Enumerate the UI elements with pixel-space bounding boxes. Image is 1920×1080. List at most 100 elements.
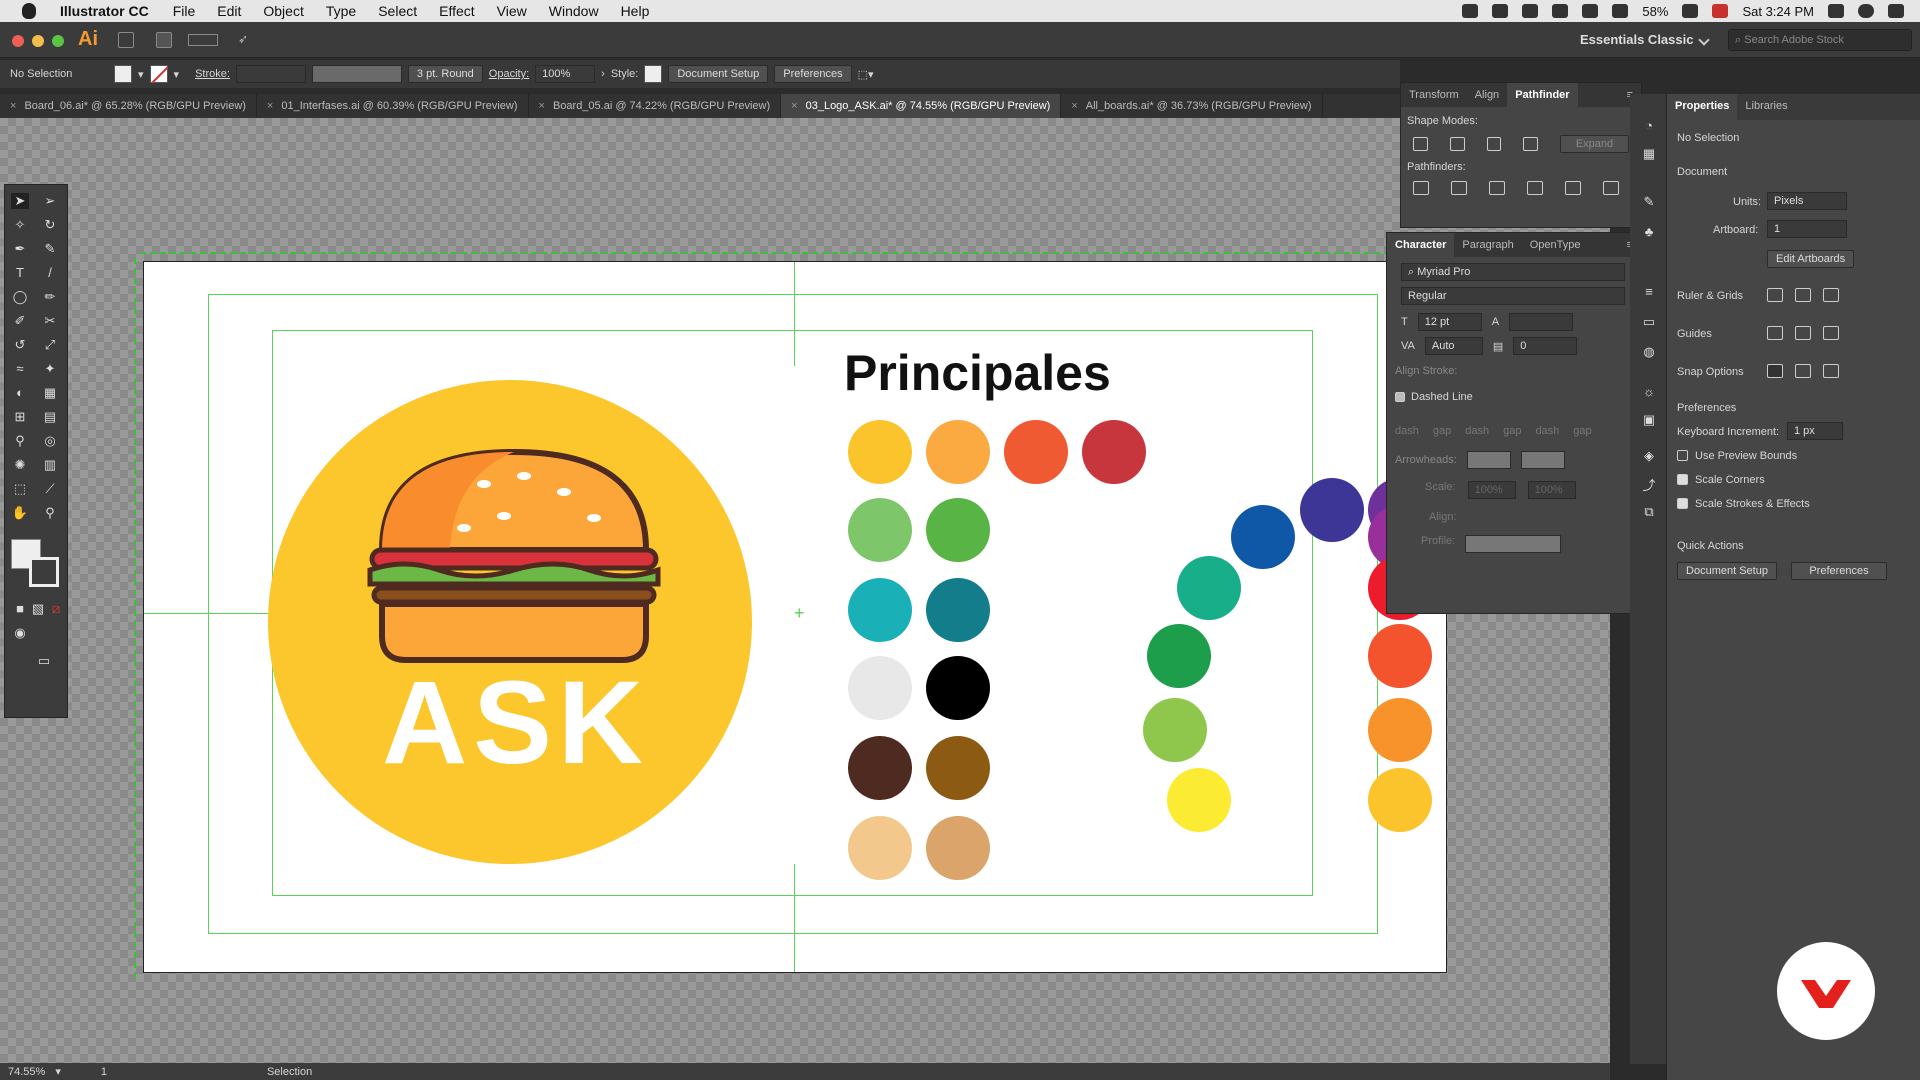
close-tab-icon[interactable]: × (539, 100, 545, 112)
font-size-field[interactable]: 12 pt (1417, 313, 1482, 331)
close-window-button[interactable] (12, 35, 24, 47)
notification-icon[interactable] (1888, 4, 1904, 18)
minimize-window-button[interactable] (32, 35, 44, 47)
chevron-down-icon[interactable] (1698, 34, 1710, 46)
color-swatch[interactable] (848, 656, 912, 720)
chevron-down-icon[interactable]: ▾ (138, 68, 144, 81)
transparency-icon[interactable]: ◍ (1640, 344, 1658, 360)
snap-glyph-icon[interactable] (1823, 364, 1839, 378)
menu-object[interactable]: Object (263, 3, 303, 19)
clock[interactable]: Sat 3:24 PM (1742, 4, 1814, 19)
menu-window[interactable]: Window (549, 3, 599, 19)
hand-tool-icon[interactable]: ✋ (11, 505, 29, 521)
document-setup-button[interactable]: Document Setup (668, 65, 769, 83)
tab-board-06[interactable]: × Board_06.ai* @ 65.28% (RGB/GPU Preview) (0, 94, 257, 118)
color-swatch[interactable] (848, 498, 912, 562)
selection-tool-icon[interactable]: ➤ (11, 193, 29, 209)
grid-icon[interactable] (1795, 288, 1811, 302)
menu-type[interactable]: Type (326, 3, 356, 19)
arrowhead-start-select[interactable] (1466, 451, 1511, 469)
tab-opentype[interactable]: OpenType (1522, 233, 1589, 257)
type-tool-icon[interactable]: T (11, 265, 29, 281)
kerning-field[interactable]: Auto (1424, 337, 1483, 355)
cloud-icon[interactable] (1522, 4, 1539, 18)
stock-search-input[interactable]: ⌕ Search Adobe Stock (1728, 29, 1912, 51)
stroke-color-icon[interactable] (29, 557, 59, 587)
artboard-tool-icon[interactable]: ⬚ (11, 481, 29, 497)
color-swatch[interactable] (848, 736, 912, 800)
snap-point-icon[interactable] (1767, 364, 1783, 378)
color-mode-icon[interactable]: ■ (11, 601, 29, 617)
close-tab-icon[interactable]: × (267, 100, 273, 112)
tab-pathfinder[interactable]: Pathfinder (1507, 83, 1578, 107)
mesh-tool-icon[interactable]: ⊞ (11, 409, 29, 425)
units-select[interactable]: Pixels (1767, 192, 1847, 210)
tab-transform[interactable]: Transform (1401, 83, 1467, 107)
menu-select[interactable]: Select (378, 3, 417, 19)
wheel-swatch[interactable] (1368, 768, 1432, 832)
stroke-swatch[interactable] (149, 65, 169, 84)
quick-preferences-button[interactable]: Preferences (1791, 562, 1887, 580)
volume-icon[interactable] (1612, 4, 1629, 18)
logo-text[interactable]: ASK (382, 664, 649, 782)
quick-document-setup-button[interactable]: Document Setup (1677, 562, 1777, 580)
arrange-icon[interactable]: ⬚▾ (858, 68, 874, 81)
perspective-grid-tool-icon[interactable]: ▦ (41, 385, 59, 401)
blend-tool-icon[interactable]: ◎ (41, 433, 59, 449)
artboard-select[interactable]: 1 (1767, 220, 1847, 238)
menu-view[interactable]: View (497, 3, 527, 19)
minus-front-icon[interactable] (1449, 137, 1465, 151)
snap-pixel-icon[interactable] (1795, 364, 1811, 378)
expand-button[interactable]: Expand (1560, 135, 1629, 153)
stroke-label[interactable]: Stroke: (195, 68, 230, 80)
menu-edit[interactable]: Edit (217, 3, 241, 19)
export-icon[interactable]: ⤴ (1640, 478, 1658, 494)
wheel-swatch[interactable] (1299, 477, 1364, 542)
scale-start-field[interactable]: 100% (1467, 481, 1516, 499)
profile-select[interactable] (1465, 535, 1562, 553)
app-name[interactable]: Illustrator CC (60, 3, 149, 19)
menu-effect[interactable]: Effect (439, 3, 475, 19)
wheel-swatch[interactable] (1368, 623, 1432, 688)
gradient-mode-icon[interactable]: ▧ (29, 601, 47, 617)
wheel-swatch[interactable] (1231, 505, 1296, 570)
chevron-down-icon[interactable]: ▾ (55, 1065, 61, 1078)
tab-logo-ask[interactable]: × 03_Logo_ASK.ai* @ 74.55% (RGB/GPU Previ… (781, 94, 1062, 118)
variable-width-profile[interactable] (311, 65, 402, 83)
dashed-line-checkbox[interactable] (1395, 392, 1405, 402)
scissors-tool-icon[interactable]: ✂ (41, 313, 59, 329)
tab-board-05[interactable]: × Board_05.ai @ 74.22% (RGB/GPU Preview) (529, 94, 782, 118)
tab-properties[interactable]: Properties (1667, 94, 1738, 120)
graphic-style-swatch[interactable] (644, 65, 663, 83)
stroke-weight-field[interactable] (235, 65, 306, 83)
crop-icon[interactable] (1527, 181, 1543, 195)
leading-field[interactable] (1509, 313, 1574, 331)
graphic-styles-icon[interactable]: ▣ (1640, 412, 1658, 428)
paintbrush-tool-icon[interactable]: ✏ (41, 289, 59, 305)
smart-guides-icon[interactable] (1823, 326, 1839, 340)
line-tool-icon[interactable]: / (41, 265, 59, 281)
color-swatch[interactable] (926, 498, 990, 562)
flag-icon[interactable] (1712, 4, 1729, 18)
chevron-down-icon[interactable]: ▾ (174, 68, 180, 81)
trim-icon[interactable] (1451, 181, 1467, 195)
gradient-tool-icon[interactable]: ▤ (41, 409, 59, 425)
magic-wand-tool-icon[interactable]: ✧ (11, 217, 29, 233)
color-swatch[interactable] (848, 420, 912, 484)
preferences-button[interactable]: Preferences (774, 65, 852, 83)
symbol-sprayer-tool-icon[interactable]: ✺ (11, 457, 29, 473)
layers-icon[interactable]: ◈ (1640, 448, 1658, 464)
intersect-icon[interactable] (1486, 137, 1502, 151)
burger-illustration[interactable] (364, 446, 664, 668)
edit-artboards-button[interactable]: Edit Artboards (1767, 250, 1855, 268)
color-swatch[interactable] (1004, 420, 1068, 484)
artboard[interactable]: + ASK Principales (144, 262, 1446, 972)
scale-end-field[interactable]: 100% (1527, 481, 1576, 499)
eyedropper-tool-icon[interactable]: ⚲ (11, 433, 29, 449)
transparency-grid-icon[interactable] (1823, 288, 1839, 302)
appearance-icon[interactable]: ☼ (1640, 384, 1658, 400)
stroke-icon[interactable]: ≡ (1640, 284, 1658, 300)
artboards-icon[interactable]: ⧉ (1640, 504, 1658, 520)
rotate-tool-icon[interactable]: ↺ (11, 337, 29, 353)
lock-guides-icon[interactable] (1795, 326, 1811, 340)
